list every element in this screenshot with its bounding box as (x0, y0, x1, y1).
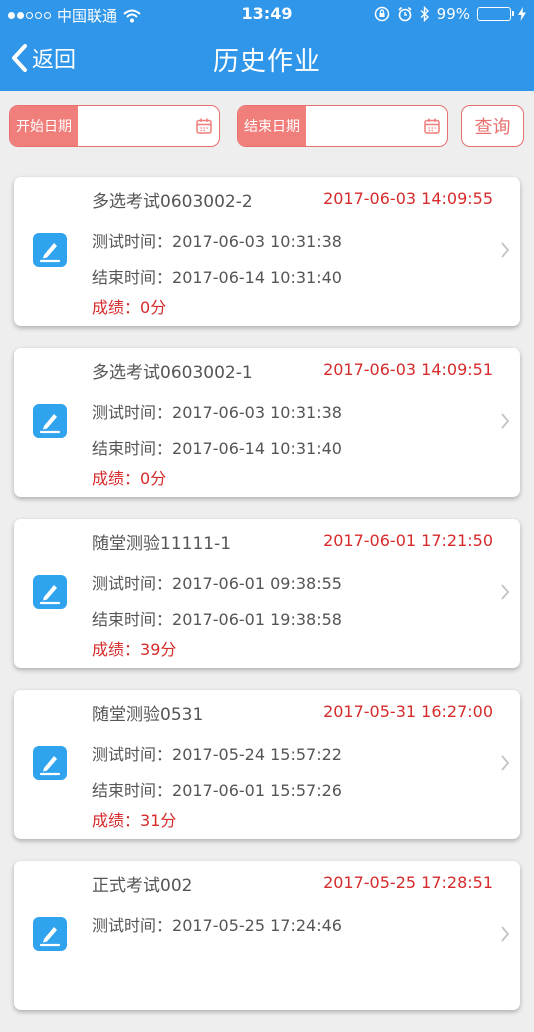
edit-pen-icon (33, 917, 67, 955)
end-time-value: 2017-06-01 19:38:58 (172, 610, 342, 629)
chevron-right-icon (500, 412, 510, 434)
chevron-right-icon (500, 583, 510, 605)
end-date-input[interactable] (306, 106, 417, 146)
record-card[interactable]: 正式考试002 2017-05-25 17:28:51 测试时间：2017-05… (14, 861, 520, 1010)
score-value: 0分 (140, 469, 167, 488)
date-filter: 开始日期 结束日期 查询 (9, 105, 524, 149)
battery-icon (477, 7, 514, 21)
end-time-row: 结束时间：2017-06-01 19:38:58 (92, 606, 342, 630)
score-row: 成绩：31分 (92, 807, 176, 831)
edit-pen-icon (33, 233, 67, 271)
start-date-field: 开始日期 (9, 105, 220, 147)
end-time-label: 结束时间： (92, 610, 173, 629)
record-card[interactable]: 随堂测验0531 2017-05-31 16:27:00 测试时间：2017-0… (14, 690, 520, 839)
bluetooth-icon (420, 6, 429, 22)
calendar-icon[interactable] (189, 106, 219, 146)
test-time-label: 测试时间： (92, 745, 173, 764)
score-label: 成绩： (92, 469, 141, 488)
calendar-icon[interactable] (417, 106, 447, 146)
score-row: 成绩：39分 (92, 636, 176, 660)
record-submit-time: 2017-06-01 17:21:50 (323, 531, 493, 550)
orientation-lock-icon (374, 6, 389, 22)
end-time-value: 2017-06-01 15:57:26 (172, 781, 342, 800)
alarm-icon (398, 6, 412, 22)
score-value: 39分 (140, 640, 177, 659)
query-button[interactable]: 查询 (461, 105, 524, 147)
edit-pen-icon (33, 575, 67, 613)
history-list: 多选考试0603002-2 2017-06-03 14:09:55 测试时间：2… (14, 177, 520, 1032)
test-time-label: 测试时间： (92, 574, 173, 593)
end-time-label: 结束时间： (92, 439, 173, 458)
page-title: 历史作业 (212, 47, 321, 77)
start-date-label: 开始日期 (10, 106, 78, 146)
end-time-label: 结束时间： (92, 268, 173, 287)
header: 中国联通 13:49 99% 返回 历史作业 (0, 0, 534, 91)
end-time-label: 结束时间： (92, 781, 173, 800)
end-time-value: 2017-06-14 10:31:40 (172, 439, 342, 458)
record-card[interactable]: 多选考试0603002-1 2017-06-03 14:09:51 测试时间：2… (14, 348, 520, 497)
edit-pen-icon (33, 746, 67, 784)
score-row: 成绩：0分 (92, 294, 166, 318)
end-date-label: 结束日期 (238, 106, 306, 146)
record-title: 多选考试0603002-1 (92, 363, 253, 383)
test-time-label: 测试时间： (92, 916, 173, 935)
end-time-row: 结束时间：2017-06-14 10:31:40 (92, 264, 342, 288)
record-card[interactable]: 多选考试0603002-2 2017-06-03 14:09:55 测试时间：2… (14, 177, 520, 326)
test-time-value: 2017-05-25 17:24:46 (172, 916, 342, 935)
test-time-value: 2017-05-24 15:57:22 (172, 745, 342, 764)
score-label: 成绩： (92, 640, 141, 659)
test-time-row: 测试时间：2017-06-03 10:31:38 (92, 228, 342, 252)
start-date-input[interactable] (78, 106, 189, 146)
nav-bar: 返回 历史作业 (0, 30, 534, 91)
test-time-label: 测试时间： (92, 403, 173, 422)
chevron-right-icon (500, 925, 510, 947)
test-time-value: 2017-06-03 10:31:38 (172, 232, 342, 251)
record-submit-time: 2017-06-03 14:09:51 (323, 360, 493, 379)
test-time-row: 测试时间：2017-05-25 17:24:46 (92, 912, 342, 936)
test-time-row: 测试时间：2017-06-01 09:38:55 (92, 570, 342, 594)
test-time-value: 2017-06-01 09:38:55 (172, 574, 342, 593)
chevron-right-icon (500, 754, 510, 776)
end-date-field: 结束日期 (237, 105, 448, 147)
record-submit-time: 2017-05-25 17:28:51 (323, 873, 493, 892)
test-time-row: 测试时间：2017-05-24 15:57:22 (92, 741, 342, 765)
test-time-row: 测试时间：2017-06-03 10:31:38 (92, 399, 342, 423)
score-value: 0分 (140, 298, 167, 317)
score-label: 成绩： (92, 811, 141, 830)
chevron-right-icon (500, 241, 510, 263)
record-submit-time: 2017-05-31 16:27:00 (323, 702, 493, 721)
end-time-row: 结束时间：2017-06-01 15:57:26 (92, 777, 342, 801)
test-time-label: 测试时间： (92, 232, 173, 251)
charging-bolt-icon (518, 7, 526, 21)
status-bar: 中国联通 13:49 99% (0, 0, 534, 30)
edit-pen-icon (33, 404, 67, 442)
record-title: 随堂测验0531 (92, 705, 204, 725)
score-row: 成绩：0分 (92, 465, 166, 489)
record-title: 正式考试002 (92, 876, 193, 896)
score-label: 成绩： (92, 298, 141, 317)
record-submit-time: 2017-06-03 14:09:55 (323, 189, 493, 208)
record-title: 随堂测验11111-1 (92, 534, 232, 554)
record-card[interactable]: 随堂测验11111-1 2017-06-01 17:21:50 测试时间：201… (14, 519, 520, 668)
end-time-row: 结束时间：2017-06-14 10:31:40 (92, 435, 342, 459)
end-time-value: 2017-06-14 10:31:40 (172, 268, 342, 287)
test-time-value: 2017-06-03 10:31:38 (172, 403, 342, 422)
record-title: 多选考试0603002-2 (92, 192, 253, 212)
battery-percent: 99% (436, 5, 470, 23)
score-value: 31分 (140, 811, 177, 830)
